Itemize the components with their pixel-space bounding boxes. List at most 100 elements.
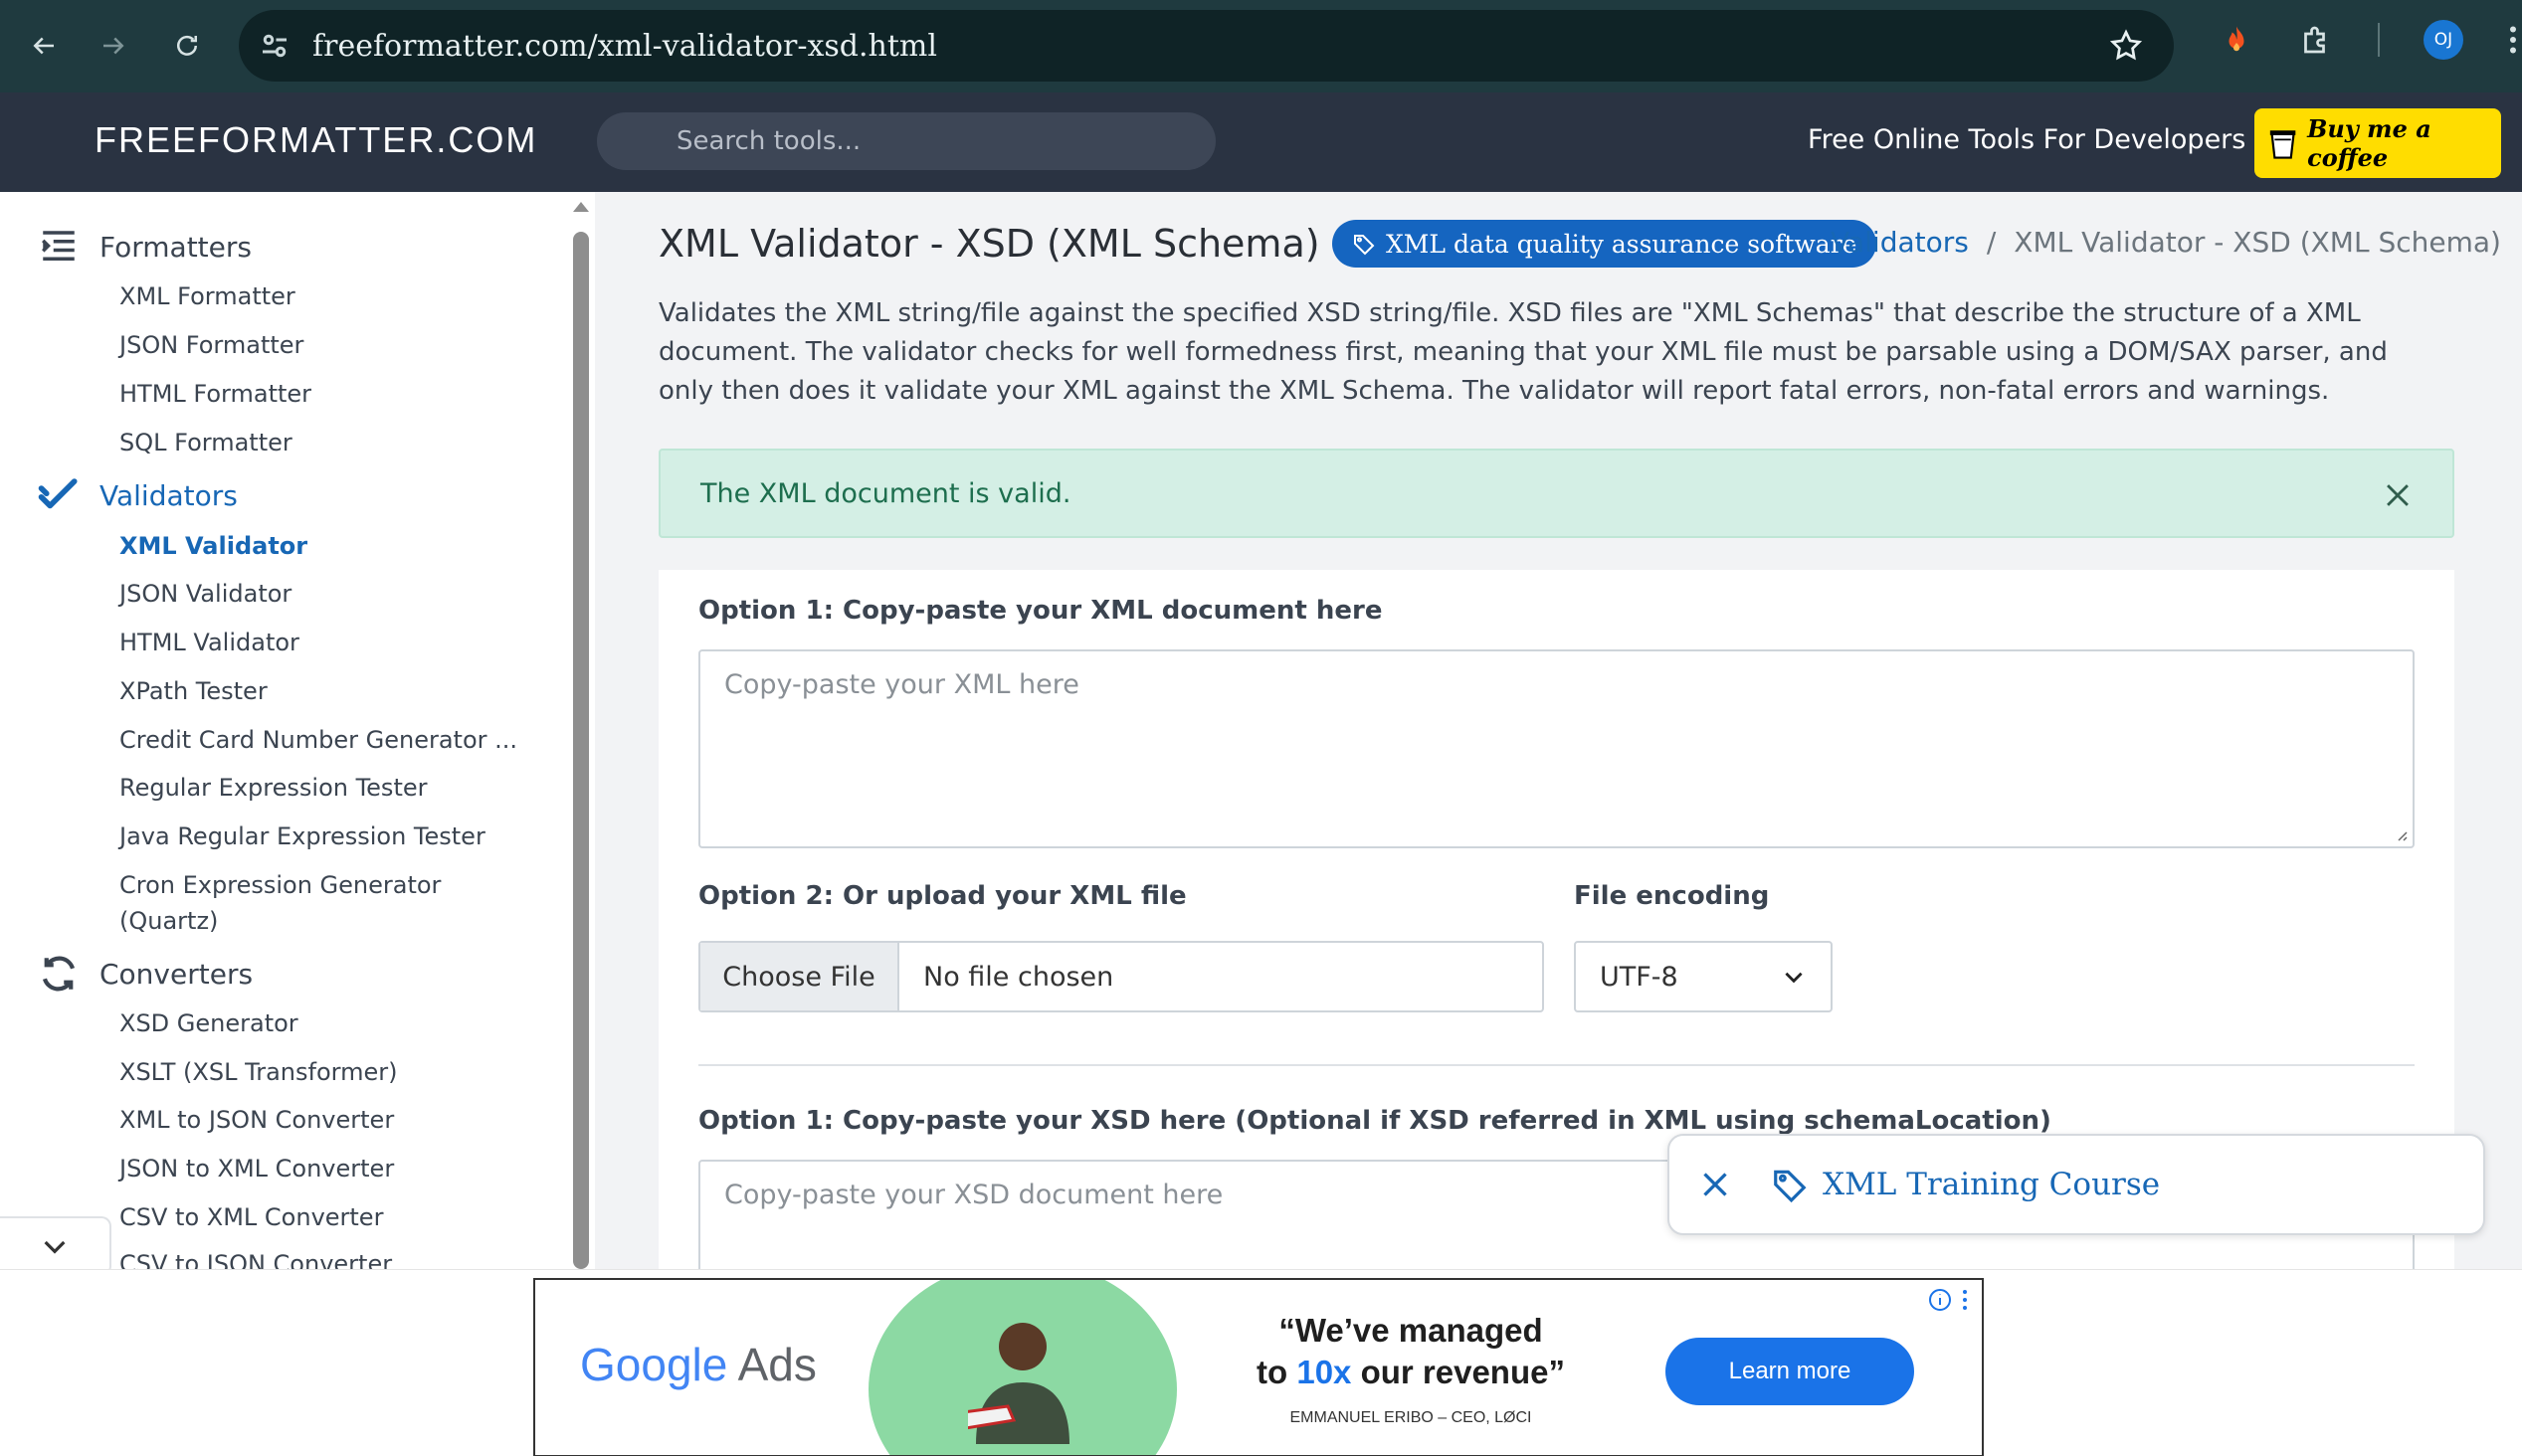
main-content: XML Validator - XSD (XML Schema) XML dat… xyxy=(595,192,2522,1269)
sidebar-item-csv-to-xml[interactable]: CSV to XML Converter xyxy=(119,1199,383,1235)
coffee-cup-icon xyxy=(2269,130,2296,159)
sidebar-item-xml-formatter[interactable]: XML Formatter xyxy=(119,278,295,314)
sidebar-item-sql-formatter[interactable]: SQL Formatter xyxy=(119,425,292,460)
success-alert: The XML document is valid. xyxy=(659,449,2454,538)
ad-headline: “We’ve managed to 10x our revenue” xyxy=(1232,1310,1590,1393)
sidebar-item-xslt-transformer[interactable]: XSLT (XSL Transformer) xyxy=(119,1054,397,1090)
chevron-down-icon xyxy=(44,1240,66,1254)
sidebar-group-label: Validators xyxy=(99,478,238,512)
back-icon[interactable] xyxy=(16,18,72,74)
ad-menu-icon[interactable] xyxy=(1960,1288,1970,1312)
encoding-select[interactable]: UTF-8 xyxy=(1574,941,1833,1012)
breadcrumb-validators-link[interactable]: Validators xyxy=(1831,226,1969,259)
sidebar-group-formatters[interactable]: Formatters xyxy=(38,226,252,268)
scrollbar-thumb[interactable] xyxy=(573,232,589,1269)
google-ads-banner[interactable]: Google Ads “We’ve managed to 10x our rev… xyxy=(533,1278,1984,1456)
sidebar-item-cron-generator[interactable]: Cron Expression Generator xyxy=(119,867,441,903)
file-name-text: No file chosen xyxy=(923,961,1114,993)
ad-attribution: EMMANUEL ERIBO – CEO, LØCI xyxy=(1289,1409,1532,1426)
url-text[interactable]: freeformatter.com/xml-validator-xsd.html xyxy=(312,29,937,64)
ads-wordmark: Ads xyxy=(737,1339,817,1390)
site-logo[interactable]: FREEFORMATTER.COM xyxy=(95,119,537,161)
file-upload-input[interactable]: Choose File No file chosen xyxy=(698,941,1544,1012)
search-input[interactable] xyxy=(597,112,1216,170)
xsd-input-label: Option 1: Copy-paste your XSD here (Opti… xyxy=(698,1106,2051,1136)
breadcrumb: Validators / XML Validator - XSD (XML Sc… xyxy=(1831,226,2501,259)
sidebar-group-label: Formatters xyxy=(99,230,252,264)
training-course-link[interactable]: XML Training Course xyxy=(1823,1167,2160,1202)
ad-info-icon[interactable] xyxy=(1928,1288,1952,1312)
ad-quote-highlight: 10x xyxy=(1296,1354,1352,1390)
sidebar-scrollbar[interactable] xyxy=(573,202,589,1269)
extensions-puzzle-icon[interactable] xyxy=(2298,22,2334,58)
sidebar-item-java-regex-tester[interactable]: Java Regular Expression Tester xyxy=(119,819,485,854)
sidebar-item-regex-tester[interactable]: Regular Expression Tester xyxy=(119,770,427,806)
coffee-label: Buy me a coffee xyxy=(2307,114,2431,172)
section-divider xyxy=(698,1064,2415,1066)
ad-quote-part: to xyxy=(1257,1354,1297,1390)
tool-description: Validates the XML string/file against th… xyxy=(659,298,2388,406)
google-ads-logo: Google Ads xyxy=(580,1338,817,1391)
header-tagline: Free Online Tools For Developers xyxy=(1808,124,2246,155)
browser-menu-icon[interactable] xyxy=(2507,22,2519,58)
encoding-label: File encoding xyxy=(1574,881,1770,911)
profile-avatar[interactable]: OJ xyxy=(2424,20,2463,60)
converters-refresh-icon xyxy=(42,956,76,992)
sidebar-expand-button[interactable] xyxy=(0,1216,111,1269)
training-course-popup: XML Training Course xyxy=(1667,1134,2485,1235)
double-check-icon xyxy=(38,478,78,509)
person-with-sneaker-image xyxy=(968,1323,1069,1444)
sidebar-item-xml-validator[interactable]: XML Validator xyxy=(119,528,307,564)
close-icon[interactable] xyxy=(2381,478,2415,512)
page-title: XML Validator - XSD (XML Schema) xyxy=(659,222,1320,266)
ad-quote-line2: to 10x our revenue” xyxy=(1232,1352,1590,1393)
buy-me-a-coffee-button[interactable]: Buy me a coffee xyxy=(2254,108,2501,178)
sidebar-item-html-validator[interactable]: HTML Validator xyxy=(119,625,299,660)
sidebar-item-xsd-generator[interactable]: XSD Generator xyxy=(119,1005,298,1041)
sidebar-item-json-validator[interactable]: JSON Validator xyxy=(119,576,291,612)
close-icon[interactable] xyxy=(1697,1167,1733,1202)
sidebar-group-validators[interactable]: Validators xyxy=(38,474,238,516)
sidebar-item-cron-generator-line2[interactable]: (Quartz) xyxy=(119,903,218,939)
sidebar-item-csv-to-json[interactable]: CSV to JSON Converter xyxy=(119,1246,392,1269)
toolbar-divider xyxy=(2378,23,2380,57)
flame-extension-icon[interactable] xyxy=(2219,22,2254,58)
reload-icon[interactable] xyxy=(159,18,215,74)
sidebar-item-xpath-tester[interactable]: XPath Tester xyxy=(119,673,268,709)
learn-more-button[interactable]: Learn more xyxy=(1665,1338,1914,1405)
xml-input-label: Option 1: Copy-paste your XML document h… xyxy=(698,596,1383,626)
sidebar: Formatters XML Formatter JSON Formatter … xyxy=(0,192,595,1269)
scroll-up-arrow[interactable] xyxy=(573,202,589,212)
sidebar-group-converters[interactable]: Converters xyxy=(38,953,253,995)
sidebar-item-html-formatter[interactable]: HTML Formatter xyxy=(119,376,311,412)
sidebar-group-label: Converters xyxy=(99,957,254,991)
sidebar-item-credit-card-generator[interactable]: Credit Card Number Generator ... xyxy=(119,722,517,758)
ad-photo xyxy=(869,1280,1177,1455)
address-bar[interactable]: freeformatter.com/xml-validator-xsd.html xyxy=(239,10,2174,82)
xml-textarea[interactable] xyxy=(698,649,2415,848)
alert-message: The XML document is valid. xyxy=(700,478,1071,509)
breadcrumb-current: XML Validator - XSD (XML Schema) xyxy=(2014,226,2501,259)
choose-file-button[interactable]: Choose File xyxy=(700,943,899,1010)
tag-icon xyxy=(1774,1170,1807,1203)
ad-bar: Google Ads “We’ve managed to 10x our rev… xyxy=(0,1269,2522,1456)
upload-label: Option 2: Or upload your XML file xyxy=(698,881,1187,911)
site-settings-icon[interactable] xyxy=(257,28,292,64)
encoding-value: UTF-8 xyxy=(1600,961,1678,993)
ad-quote-part: our revenue” xyxy=(1351,1354,1565,1390)
site-header: FREEFORMATTER.COM Free Online Tools For … xyxy=(0,92,2522,192)
tag-icon xyxy=(1354,235,1375,256)
breadcrumb-separator: / xyxy=(1986,226,1997,259)
quality-software-badge[interactable]: XML data quality assurance software xyxy=(1332,220,1877,268)
forward-icon[interactable] xyxy=(86,18,141,74)
sidebar-item-xml-to-json[interactable]: XML to JSON Converter xyxy=(119,1102,394,1138)
bookmark-star-icon[interactable] xyxy=(2108,28,2144,64)
sidebar-item-json-formatter[interactable]: JSON Formatter xyxy=(119,327,303,363)
resize-grip-icon[interactable] xyxy=(2393,826,2409,842)
browser-actions: OJ xyxy=(2219,20,2519,60)
sidebar-item-json-to-xml[interactable]: JSON to XML Converter xyxy=(119,1151,394,1186)
badge-label: XML data quality assurance software xyxy=(1386,229,1857,259)
chevron-down-icon xyxy=(1785,972,1803,984)
formatters-list-icon xyxy=(42,231,75,261)
browser-toolbar: freeformatter.com/xml-validator-xsd.html… xyxy=(0,0,2522,92)
